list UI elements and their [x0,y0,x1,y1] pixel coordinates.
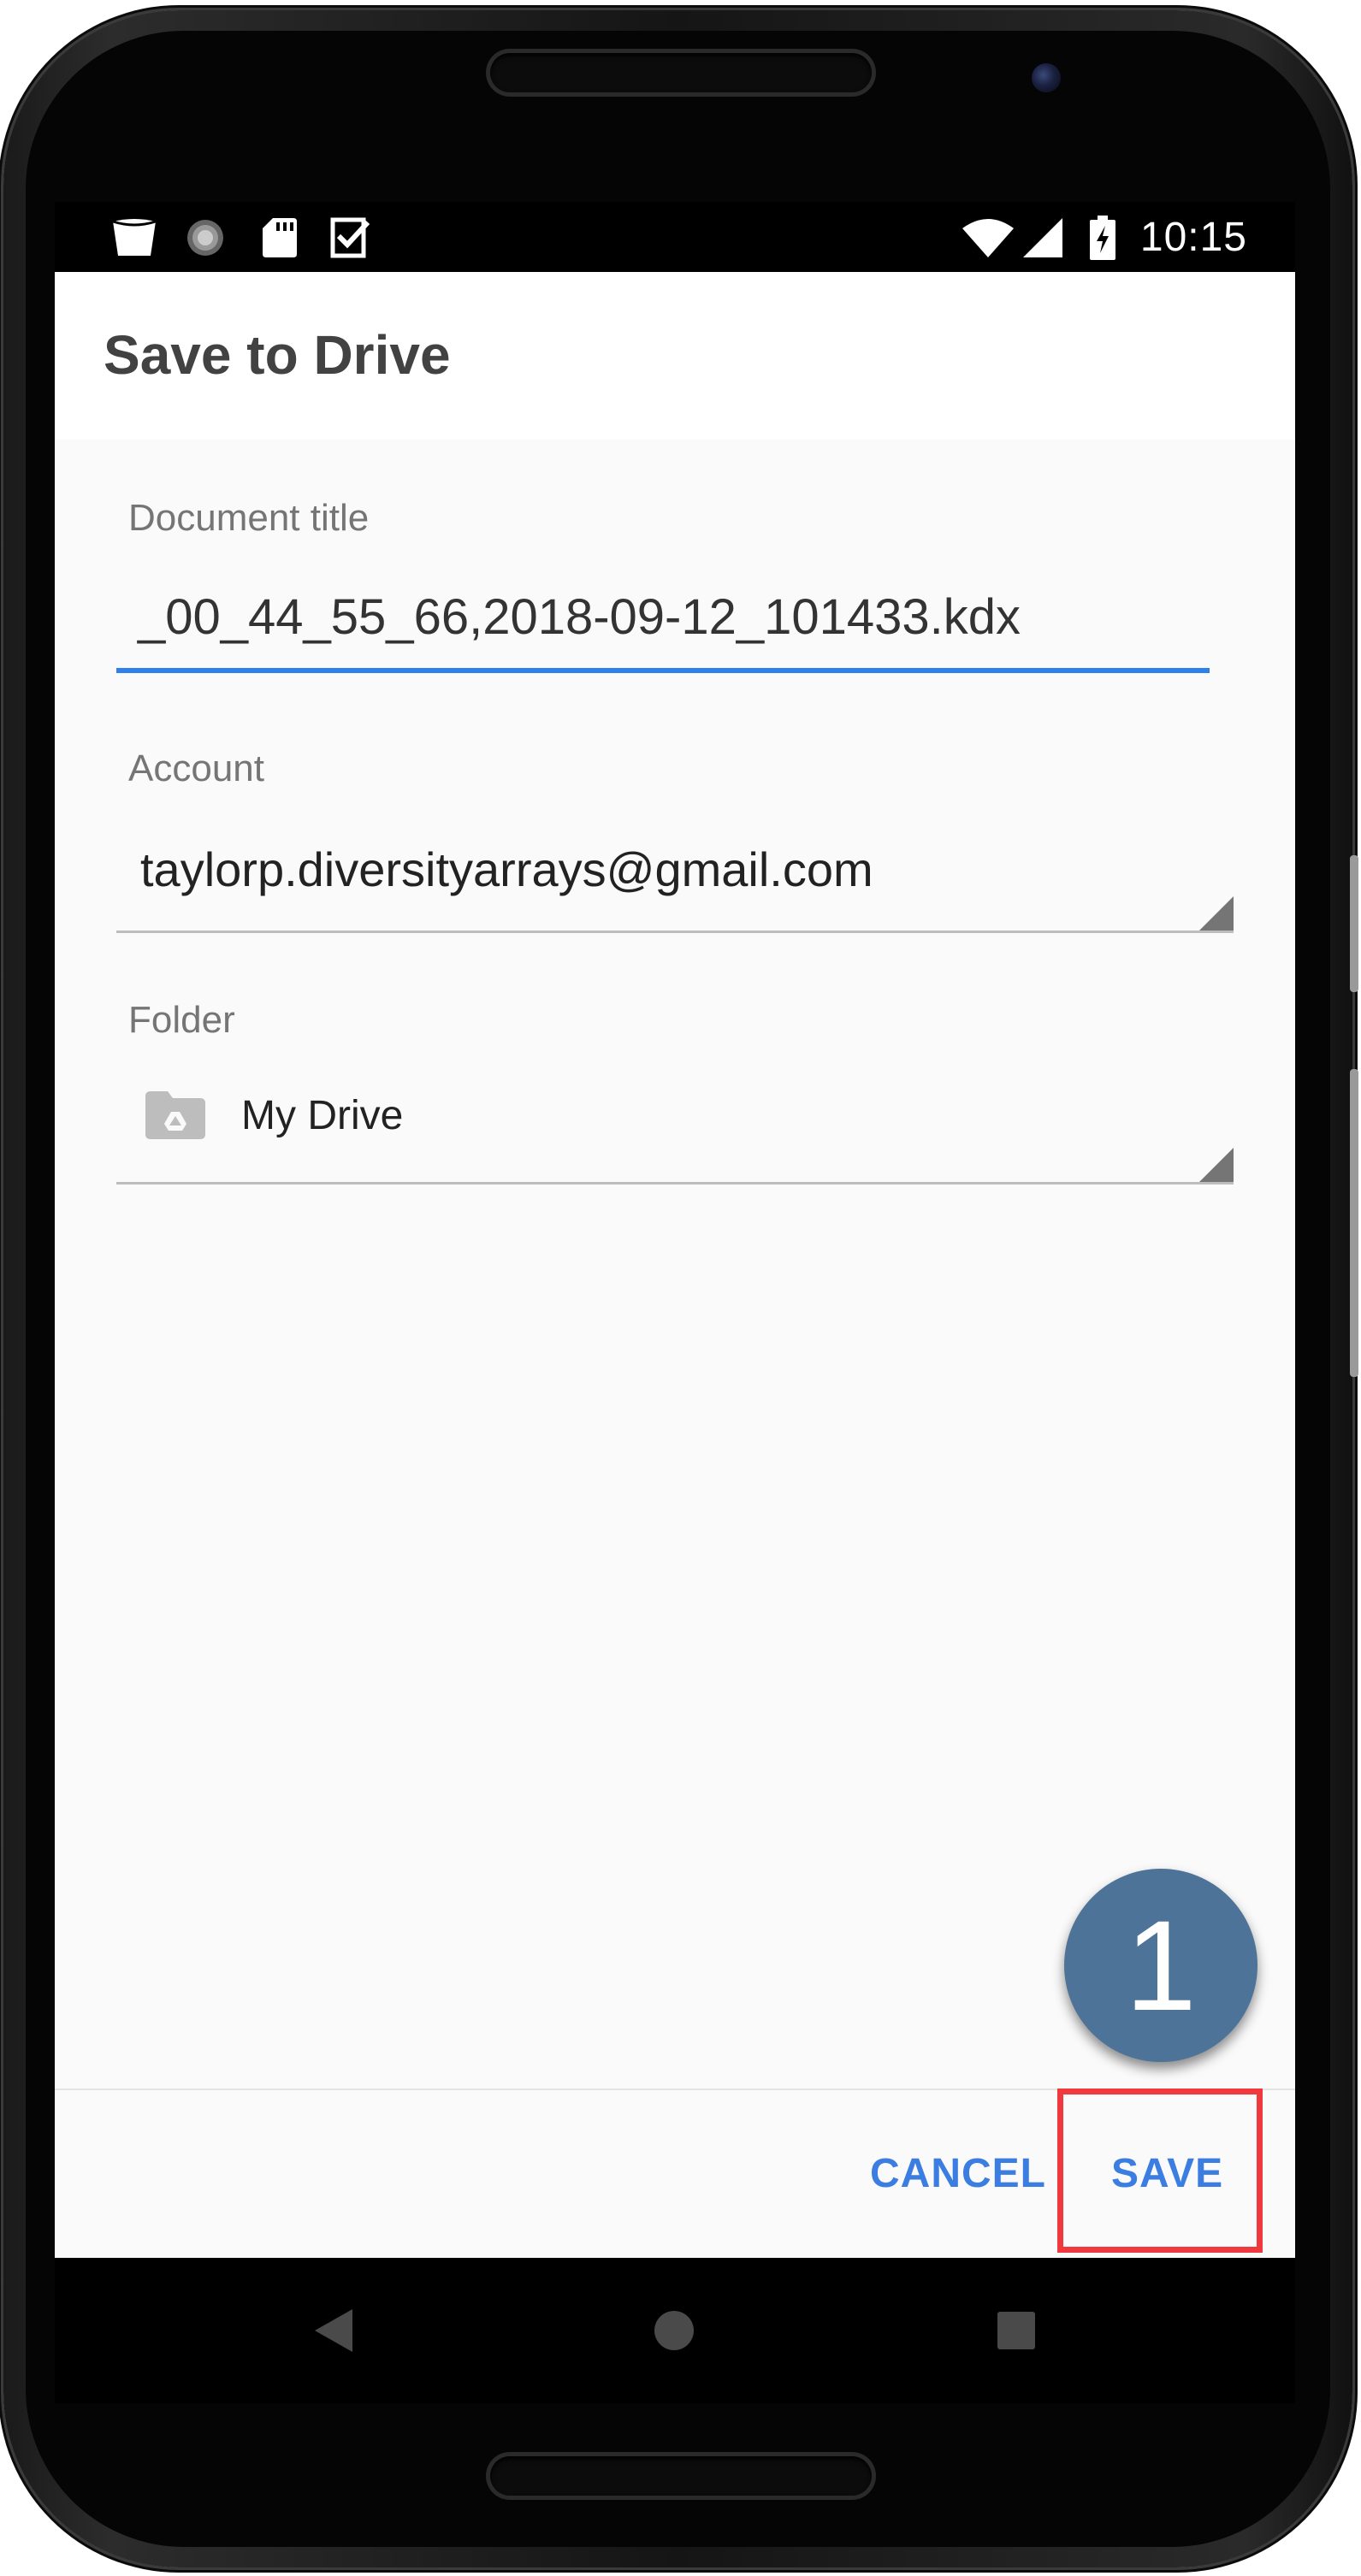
loading-icon [183,217,228,258]
account-dropdown[interactable]: taylorp.diversityarrays@gmail.com [140,842,873,897]
folder-underline [116,1182,1234,1185]
step-callout: 1 [1064,1869,1257,2062]
account-underline [116,931,1234,933]
dialog-title: Save to Drive [104,324,451,386]
nav-bar [55,2258,1295,2403]
cup-icon [109,217,159,258]
document-title-label: Document title [128,497,370,539]
top-speaker [490,53,872,92]
wifi-icon [962,217,1015,258]
document-title-underline [116,668,1210,673]
battery-charging-icon [1088,216,1117,260]
sd-card-icon [260,217,299,258]
folder-dropdown[interactable]: My Drive [145,1091,403,1139]
cancel-button[interactable]: CANCEL [870,2150,1046,2197]
back-icon[interactable] [265,2258,402,2403]
drive-folder-icon [145,1091,205,1139]
signal-icon [1021,217,1064,258]
checklist-icon [328,217,373,258]
volume-button [1350,855,1358,992]
folder-label: Folder [128,999,235,1041]
folder-dropdown-arrow-icon[interactable] [1199,1148,1234,1182]
recents-icon[interactable] [948,2258,1085,2403]
account-dropdown-arrow-icon[interactable] [1199,896,1234,931]
front-camera [1032,63,1061,92]
folder-value: My Drive [241,1092,404,1138]
save-highlight-box [1057,2089,1263,2253]
dialog-header: Save to Drive [55,272,1295,440]
status-bar: 10:15 [55,202,1295,272]
home-icon[interactable] [606,2258,743,2403]
account-label: Account [128,747,264,789]
status-time: 10:15 [1139,215,1247,260]
bottom-speaker [490,2456,872,2496]
side-button [1350,1069,1358,1377]
document-title-input[interactable]: _00_44_55_66,2018-09-12_101433.kdx [138,588,1021,646]
